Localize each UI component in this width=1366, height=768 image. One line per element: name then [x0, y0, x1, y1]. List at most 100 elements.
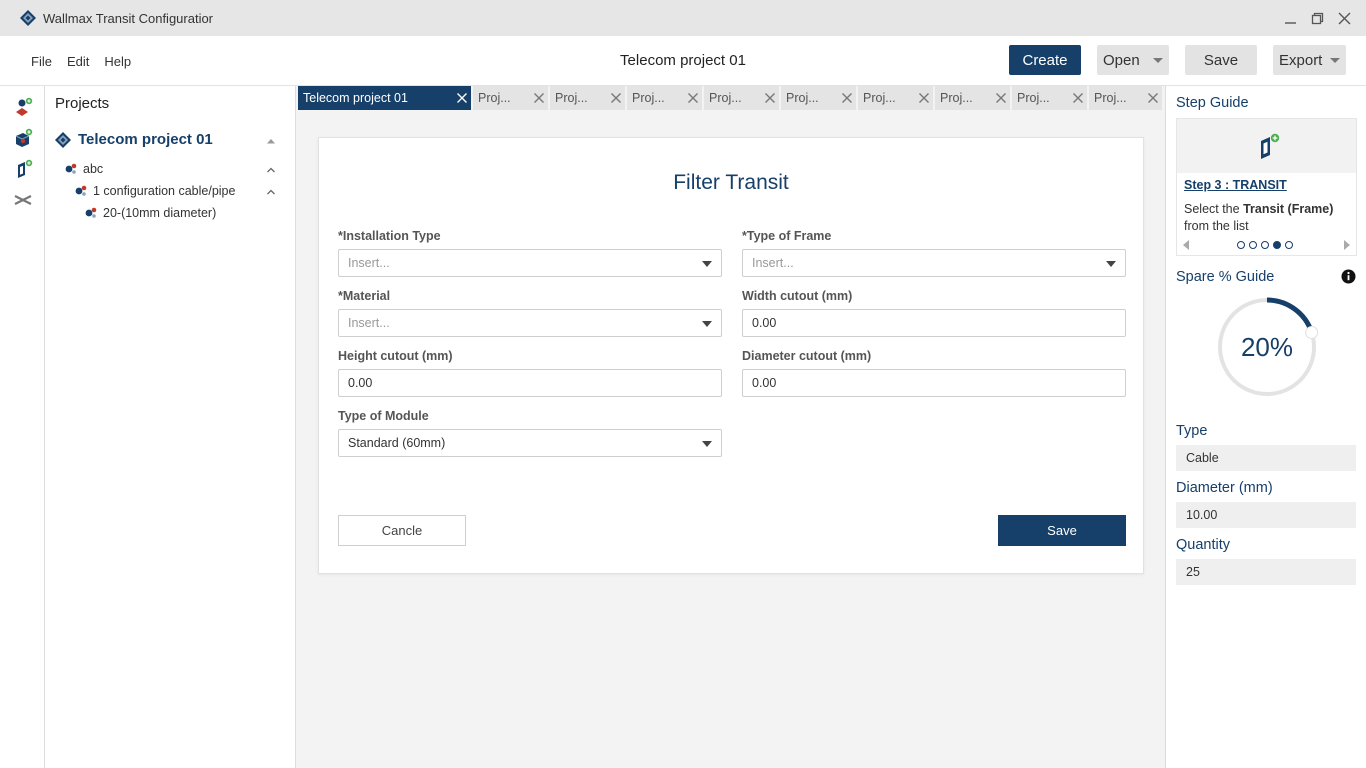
tree-item-abc[interactable]: abc: [65, 162, 286, 176]
step-guide-title: Step Guide: [1176, 95, 1249, 111]
tab-label: Proj...: [940, 91, 973, 105]
menu-help[interactable]: Help: [104, 54, 131, 69]
menu-edit[interactable]: Edit: [67, 54, 89, 69]
add-configuration-icon[interactable]: [13, 128, 33, 148]
menu-file[interactable]: File: [31, 54, 52, 69]
type-label: Type: [1176, 423, 1208, 439]
tab-project[interactable]: Proj...: [473, 86, 548, 110]
open-button-label: Open: [1103, 51, 1140, 69]
step-next-icon[interactable]: [1344, 240, 1350, 250]
dropdown-arrow-icon: [1106, 261, 1116, 267]
close-tab-icon[interactable]: [918, 92, 930, 104]
step-guide-text-prefix: Select the: [1184, 202, 1240, 216]
type-of-frame-select[interactable]: Insert...: [742, 249, 1126, 277]
open-dropdown-icon[interactable]: [1153, 58, 1163, 63]
projects-title: Projects: [55, 95, 110, 112]
add-project-icon[interactable]: [13, 97, 33, 117]
height-cutout-input[interactable]: 0.00: [338, 369, 722, 397]
tree-item-cable[interactable]: 20-(10mm diameter): [85, 206, 216, 220]
open-button[interactable]: Open: [1097, 45, 1169, 75]
close-tab-icon[interactable]: [841, 92, 853, 104]
close-tab-icon[interactable]: [610, 92, 622, 104]
close-tab-icon[interactable]: [533, 92, 545, 104]
width-cutout-value: 0.00: [752, 316, 777, 330]
title-bar: Wallmax Transit Configuratior: [0, 0, 1366, 36]
tab-project[interactable]: Proj...: [1012, 86, 1087, 110]
right-panel: Step Guide Step 3 : TRANSIT Select the T…: [1165, 86, 1366, 768]
diameter-cutout-value: 0.00: [752, 376, 777, 390]
close-tab-icon[interactable]: [1147, 92, 1159, 104]
tool-rail: [0, 86, 45, 768]
material-placeholder: Insert...: [348, 316, 390, 330]
collapse-arrow-icon[interactable]: [266, 136, 276, 146]
export-button[interactable]: Export: [1273, 45, 1346, 75]
tab-project[interactable]: Proj...: [1089, 86, 1162, 110]
project-tabs: Telecom project 01 Proj... Proj... Proj.…: [298, 86, 1164, 111]
tab-project[interactable]: Proj...: [627, 86, 702, 110]
material-select[interactable]: Insert...: [338, 309, 722, 337]
diameter-label: Diameter (mm): [1176, 480, 1273, 496]
tab-project[interactable]: Proj...: [550, 86, 625, 110]
add-transit-icon[interactable]: [13, 159, 33, 179]
diameter-field[interactable]: 10.00: [1176, 502, 1356, 528]
save-button[interactable]: Save: [998, 515, 1126, 546]
close-tab-icon[interactable]: [764, 92, 776, 104]
tab-project[interactable]: Proj...: [781, 86, 856, 110]
installation-type-select[interactable]: Insert...: [338, 249, 722, 277]
info-icon[interactable]: [1341, 269, 1356, 284]
tab-label: Proj...: [863, 91, 896, 105]
tab-telecom-project[interactable]: Telecom project 01: [298, 86, 471, 110]
step-dot[interactable]: [1249, 241, 1257, 249]
create-button-label: Create: [1022, 51, 1068, 69]
close-window-icon[interactable]: [1337, 11, 1352, 26]
step-guide-card: Step 3 : TRANSIT Select the Transit (Fra…: [1176, 118, 1357, 256]
type-of-module-label: Type of Module: [338, 409, 429, 423]
step-dot[interactable]: [1237, 241, 1245, 249]
save-button-label: Save: [1047, 523, 1077, 538]
step-guide-step-link[interactable]: Step 3 : TRANSIT: [1184, 178, 1287, 192]
export-dropdown-icon[interactable]: [1330, 58, 1340, 63]
cut-tool-icon[interactable]: [13, 190, 33, 210]
spare-guide-title: Spare % Guide: [1176, 269, 1275, 285]
close-tab-icon[interactable]: [1072, 92, 1084, 104]
diameter-cutout-input[interactable]: 0.00: [742, 369, 1126, 397]
tab-label: Telecom project 01: [303, 91, 408, 105]
tab-project[interactable]: Proj...: [858, 86, 933, 110]
tab-project[interactable]: Proj...: [704, 86, 779, 110]
step-guide-text-bold: Transit (Frame): [1243, 202, 1334, 216]
step-dot[interactable]: [1261, 241, 1269, 249]
cancel-button[interactable]: Cancle: [338, 515, 466, 546]
filter-transit-card: Filter Transit *Installation Type Insert…: [318, 137, 1144, 574]
tab-project[interactable]: Proj...: [935, 86, 1010, 110]
window-controls: [1283, 0, 1352, 36]
collapse-chevron-icon[interactable]: [266, 187, 276, 197]
tree-item-configuration[interactable]: 1 configuration cable/pipe: [75, 184, 286, 198]
step-prev-icon[interactable]: [1183, 240, 1189, 250]
close-tab-icon[interactable]: [995, 92, 1007, 104]
quantity-field[interactable]: 25: [1176, 559, 1356, 585]
type-field[interactable]: Cable: [1176, 445, 1356, 471]
type-of-module-select[interactable]: Standard (60mm): [338, 429, 722, 457]
width-cutout-label: Width cutout (mm): [742, 289, 853, 303]
tab-label: Proj...: [632, 91, 665, 105]
type-of-frame-label: *Type of Frame: [742, 229, 832, 243]
close-tab-icon[interactable]: [687, 92, 699, 104]
step-dot[interactable]: [1285, 241, 1293, 249]
save-toolbar-button-label: Save: [1203, 51, 1239, 69]
save-toolbar-button[interactable]: Save: [1185, 45, 1257, 75]
tree-item-project[interactable]: Telecom project 01: [55, 131, 286, 148]
type-of-frame-placeholder: Insert...: [752, 256, 794, 270]
collapse-chevron-icon[interactable]: [266, 165, 276, 175]
height-cutout-value: 0.00: [348, 376, 373, 390]
restore-icon[interactable]: [1310, 11, 1325, 26]
minimize-icon[interactable]: [1283, 11, 1298, 26]
project-logo-icon: [55, 131, 71, 148]
tree-item-configuration-label: 1 configuration cable/pipe: [93, 184, 236, 198]
type-value: Cable: [1186, 451, 1219, 465]
close-tab-icon[interactable]: [456, 92, 468, 104]
width-cutout-input[interactable]: 0.00: [742, 309, 1126, 337]
step-dot[interactable]: [1273, 241, 1281, 249]
create-button[interactable]: Create: [1009, 45, 1081, 75]
quantity-value: 25: [1186, 565, 1200, 579]
tab-label: Proj...: [478, 91, 511, 105]
